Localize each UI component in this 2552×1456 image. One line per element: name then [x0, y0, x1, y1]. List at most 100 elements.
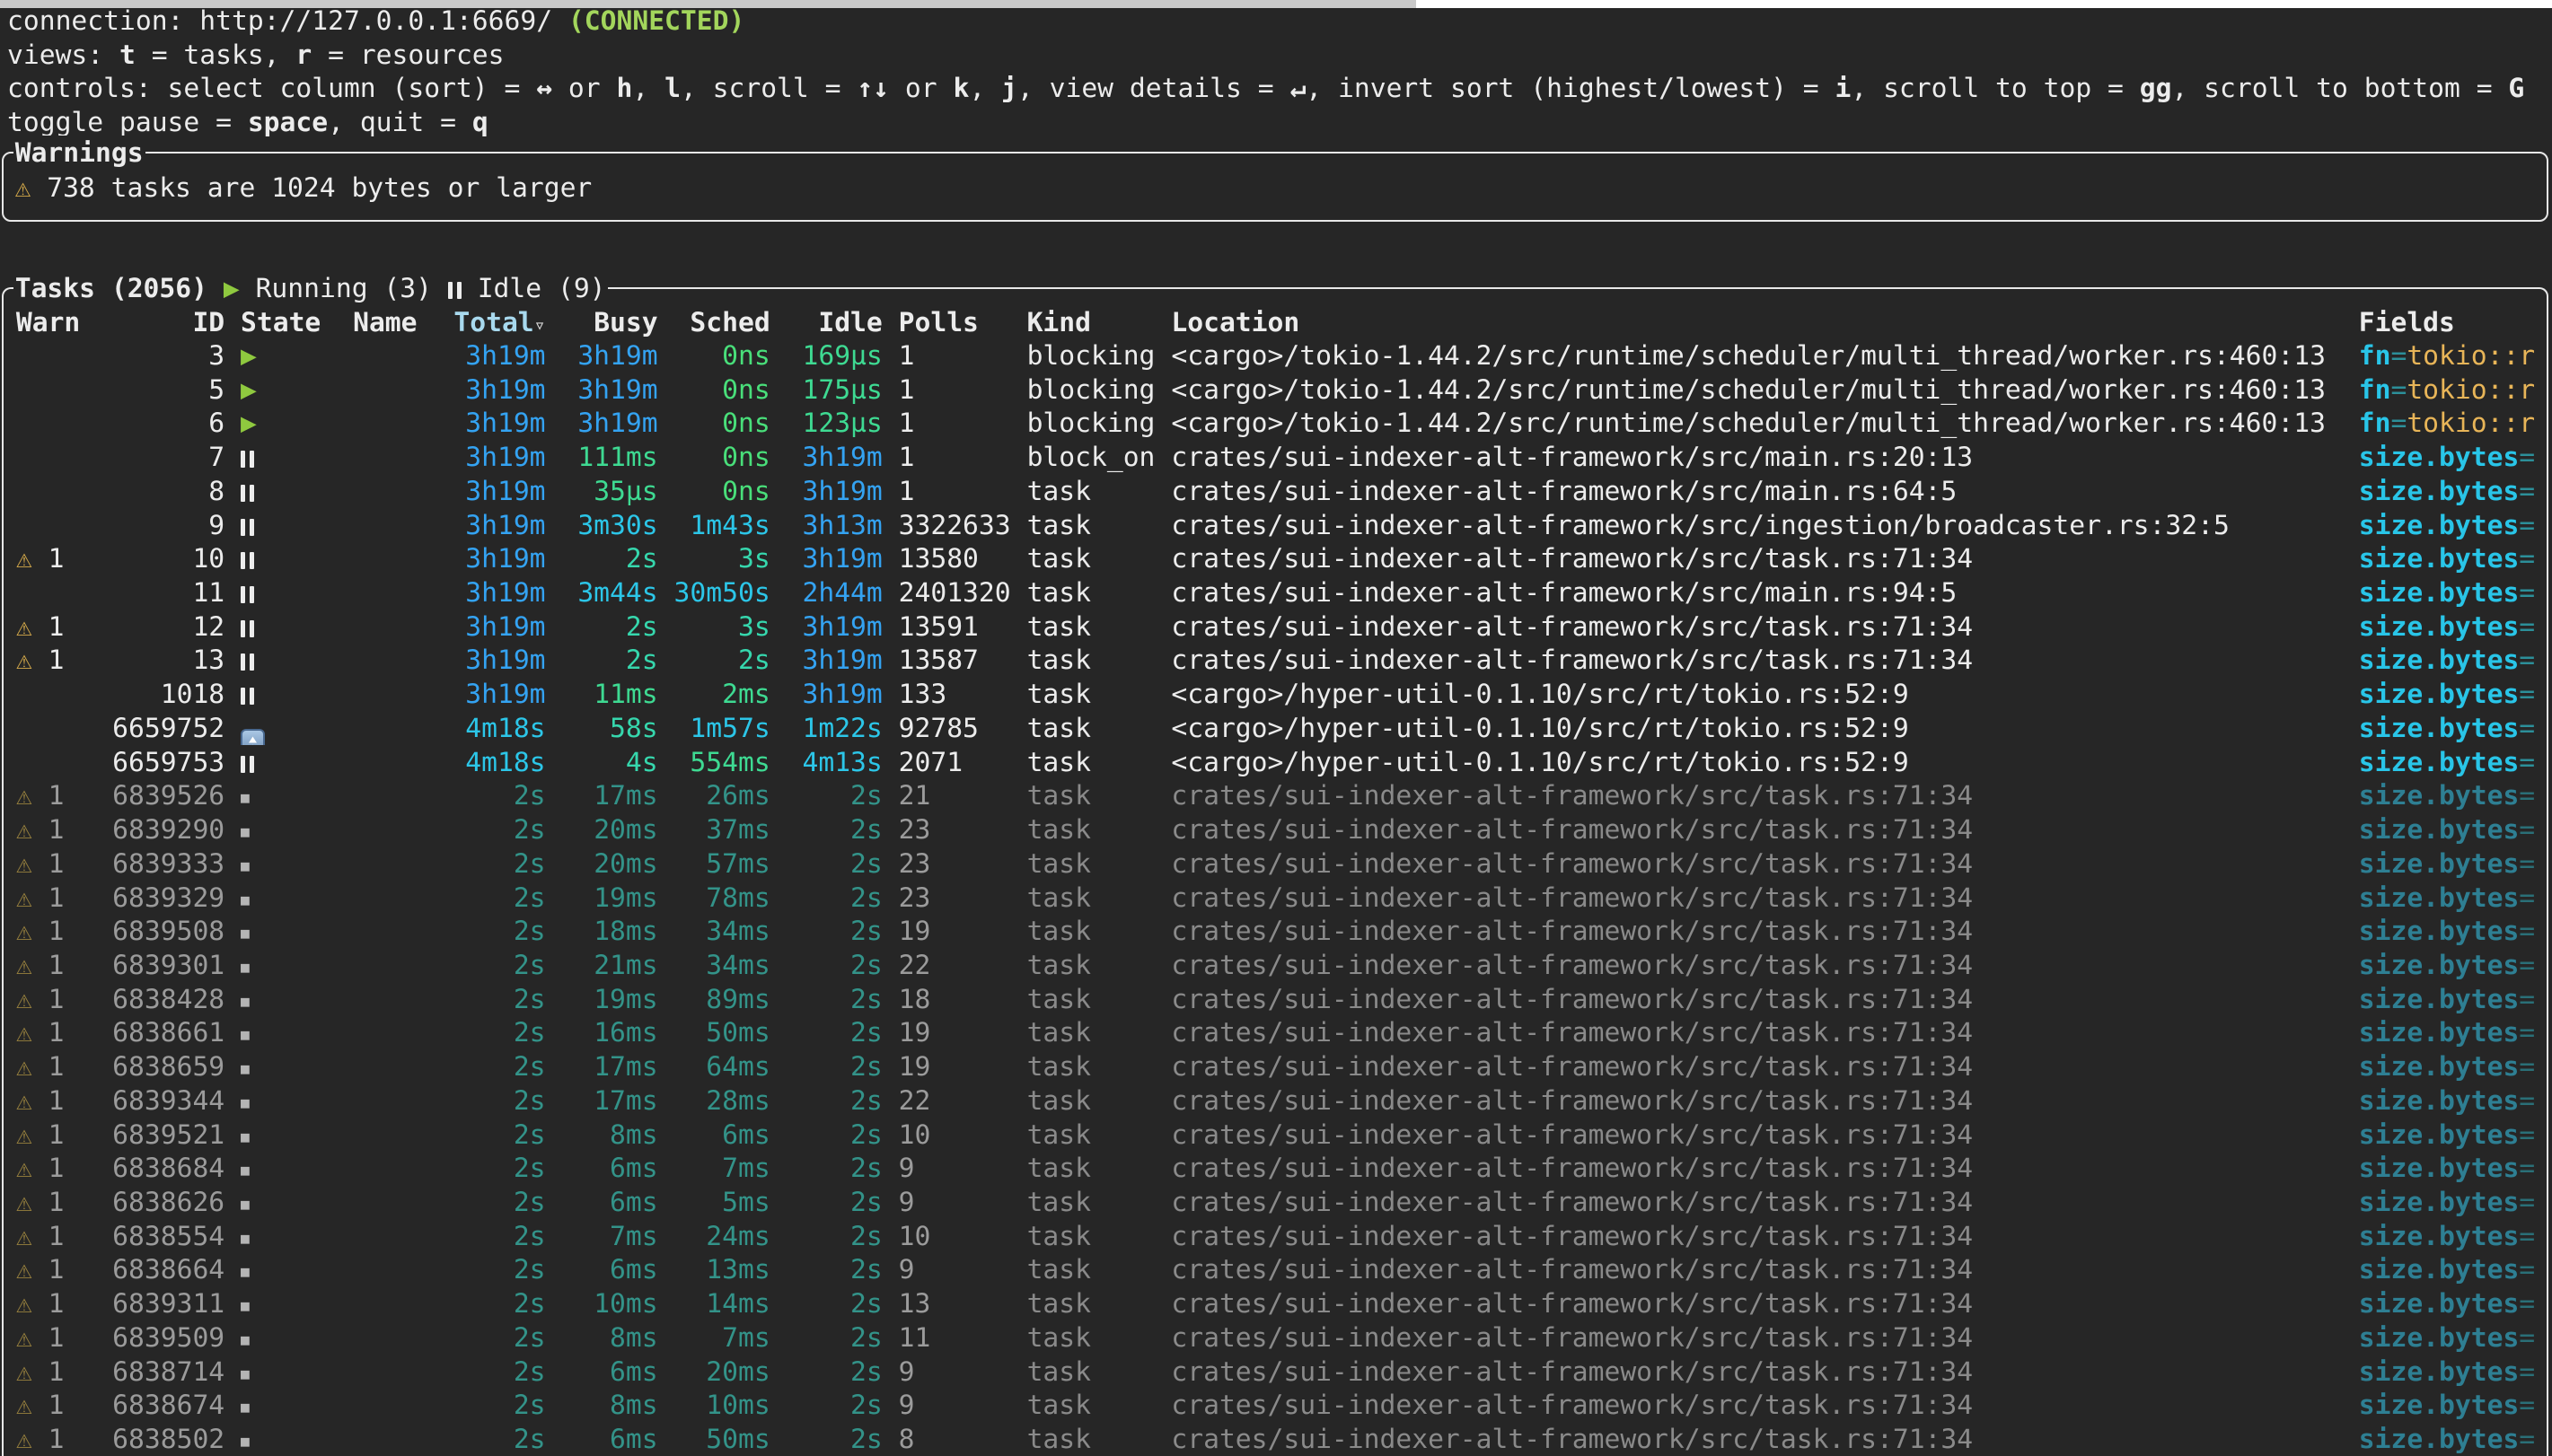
table-row[interactable]: ⚠ 16838674■2s8ms10ms2s9taskcrates/sui-in… [0, 1388, 2552, 1422]
cell-location: crates/sui-indexer-alt-framework/src/tas… [1171, 778, 2343, 812]
table-row[interactable]: ⚠ 16839301■2s21ms34ms2s22taskcrates/sui-… [0, 948, 2552, 982]
table-row[interactable]: ⚠ 16839329■2s19ms78ms2s23taskcrates/sui-… [0, 881, 2552, 915]
cell-kind: task [1027, 1049, 1172, 1083]
column-header-sched[interactable]: Sched [673, 305, 770, 339]
column-header-polls[interactable]: Polls [899, 305, 1011, 339]
column-header-warn[interactable]: Warn [16, 305, 112, 339]
table-row[interactable]: ⚠ 16839526■2s17ms26ms2s21taskcrates/sui-… [0, 778, 2552, 812]
cell-fields: size.bytes= [2359, 1252, 2551, 1286]
column-header-state[interactable]: State [241, 305, 353, 339]
cell-gap [1011, 338, 1027, 373]
cell-task-id: 6659752 [112, 711, 224, 745]
table-row[interactable]: ⚠ 16838554■2s7ms24ms2s10taskcrates/sui-i… [0, 1219, 2552, 1253]
cell-task-id: 1018 [112, 677, 224, 711]
field-key: size.bytes [2359, 1152, 2520, 1183]
cell-state: ■ [241, 1118, 353, 1152]
table-row[interactable]: 93h19m3m30s1m43s3h13m3322633taskcrates/s… [0, 508, 2552, 542]
warn-count: 1 [32, 1423, 65, 1454]
cell-idle: 2s [787, 1015, 883, 1049]
cell-sched: 0ns [673, 440, 770, 474]
table-row[interactable]: ⚠ 16838502■2s6ms50ms2s8taskcrates/sui-in… [0, 1422, 2552, 1456]
cell-warn: ⚠ 1 [16, 1049, 112, 1083]
column-header-name[interactable]: Name [353, 305, 449, 339]
running-state-icon: ▶ [241, 407, 257, 438]
table-row[interactable]: ⚠ 16838428■2s19ms89ms2s18taskcrates/sui-… [0, 982, 2552, 1016]
table-row[interactable]: ⚠ 16839311■2s10ms14ms2s13taskcrates/sui-… [0, 1286, 2552, 1320]
field-equals: = [2390, 373, 2407, 405]
cell-gap [770, 846, 787, 881]
cell-idle: 2s [787, 812, 883, 846]
cell-gap [770, 982, 787, 1016]
cell-gap [224, 812, 241, 846]
table-row[interactable]: ⚠ 16838684■2s6ms7ms2s9taskcrates/sui-ind… [0, 1151, 2552, 1185]
column-header-busy[interactable]: Busy [561, 305, 657, 339]
table-row[interactable]: 10183h19m11ms2ms3h19m133task<cargo>/hype… [0, 677, 2552, 711]
table-row[interactable]: ⚠ 1123h19m2s3s3h19m13591taskcrates/sui-i… [0, 610, 2552, 644]
column-header-idle[interactable]: Idle [787, 305, 883, 339]
column-gap [546, 305, 562, 339]
column-header-id[interactable]: ID [112, 305, 224, 339]
table-row[interactable]: ⚠ 16839333■2s20ms57ms2s23taskcrates/sui-… [0, 846, 2552, 881]
table-row[interactable]: 66597534m18s4s554ms4m13s2071task<cargo>/… [0, 745, 2552, 779]
controls-line-segment: , view details = [1017, 72, 1290, 103]
table-row[interactable]: ⚠ 1103h19m2s3s3h19m13580taskcrates/sui-i… [0, 541, 2552, 575]
cell-kind: task [1027, 1422, 1172, 1456]
field-key: size.bytes [2359, 1423, 2520, 1454]
table-row[interactable]: 3▶3h19m3h19m0ns169µs1blocking<cargo>/tok… [0, 338, 2552, 373]
cell-gap [658, 338, 674, 373]
table-row[interactable]: ⚠ 16838664■2s6ms13ms2s9taskcrates/sui-in… [0, 1252, 2552, 1286]
table-row[interactable]: 113h19m3m44s30m50s2h44m2401320taskcrates… [0, 575, 2552, 610]
table-row[interactable]: ⚠ 16839521■2s8ms6ms2s10taskcrates/sui-in… [0, 1118, 2552, 1152]
field-equals: = [2519, 644, 2535, 675]
table-row[interactable]: ⚠ 16839344■2s17ms28ms2s22taskcrates/sui-… [0, 1083, 2552, 1118]
cell-busy: 21ms [561, 948, 657, 982]
cell-name [353, 711, 449, 745]
column-header-kind[interactable]: Kind [1027, 305, 1172, 339]
field-equals: = [2519, 949, 2535, 980]
cell-gap [2343, 914, 2359, 948]
cell-gap [1011, 846, 1027, 881]
table-row[interactable]: ⚠ 16839509■2s8ms7ms2s11taskcrates/sui-in… [0, 1320, 2552, 1355]
cell-location: <cargo>/tokio-1.44.2/src/runtime/schedul… [1171, 373, 2343, 407]
cell-sched: 10ms [673, 1388, 770, 1422]
cell-busy: 16ms [561, 1015, 657, 1049]
field-equals: = [2519, 475, 2535, 506]
cell-polls: 19 [899, 914, 1011, 948]
table-row[interactable]: 83h19m35µs0ns3h19m1taskcrates/sui-indexe… [0, 474, 2552, 508]
column-header-fields[interactable]: Fields [2359, 305, 2551, 339]
cell-gap [546, 1252, 562, 1286]
title-spacer-4 [462, 272, 478, 303]
field-value: tokio::r [2407, 373, 2535, 405]
warn-count: 1 [32, 1050, 65, 1082]
table-row[interactable]: ⚠ 16838661■2s16ms50ms2s19taskcrates/sui-… [0, 1015, 2552, 1049]
cell-state: ▲▲ [241, 711, 353, 745]
cell-total: 3h19m [449, 575, 545, 610]
table-row[interactable]: ⚠ 16838626■2s6ms5ms2s9taskcrates/sui-ind… [0, 1185, 2552, 1219]
table-row[interactable]: 5▶3h19m3h19m0ns175µs1blocking<cargo>/tok… [0, 373, 2552, 407]
cell-busy: 6ms [561, 1151, 657, 1185]
table-row[interactable]: 73h19m111ms0ns3h19m1block_oncrates/sui-i… [0, 440, 2552, 474]
cell-task-id: 3 [112, 338, 224, 373]
table-row[interactable]: 6659752▲▲4m18s58s1m57s1m22s92785task<car… [0, 711, 2552, 745]
table-row[interactable]: ⚠ 1133h19m2s2s3h19m13587taskcrates/sui-i… [0, 643, 2552, 677]
cell-idle: 2s [787, 948, 883, 982]
table-row[interactable]: ⚠ 16838659■2s17ms64ms2s19taskcrates/sui-… [0, 1049, 2552, 1083]
table-row[interactable]: 6▶3h19m3h19m0ns123µs1blocking<cargo>/tok… [0, 406, 2552, 440]
cell-state: ■ [241, 812, 353, 846]
cell-total: 3h19m [449, 373, 545, 407]
column-header-total[interactable]: Total▿ [449, 305, 545, 339]
cell-gap [883, 948, 899, 982]
cell-idle: 3h19m [787, 474, 883, 508]
table-row[interactable]: ⚠ 16838714■2s6ms20ms2s9taskcrates/sui-in… [0, 1355, 2552, 1389]
table-row[interactable]: ⚠ 16839290■2s20ms37ms2s23taskcrates/sui-… [0, 812, 2552, 846]
column-header-location[interactable]: Location [1171, 305, 2343, 339]
cell-gap [1011, 1118, 1027, 1152]
cell-location: crates/sui-indexer-alt-framework/src/tas… [1171, 1118, 2343, 1152]
table-row[interactable]: ⚠ 16839508■2s18ms34ms2s19taskcrates/sui-… [0, 914, 2552, 948]
cell-location: crates/sui-indexer-alt-framework/src/tas… [1171, 541, 2343, 575]
cell-warn: ⚠ 1 [16, 1219, 112, 1253]
cell-warn [16, 745, 112, 779]
field-key: size.bytes [2359, 1287, 2520, 1319]
warning-icon: ⚠ [16, 644, 32, 675]
field-key: size.bytes [2359, 1050, 2520, 1082]
